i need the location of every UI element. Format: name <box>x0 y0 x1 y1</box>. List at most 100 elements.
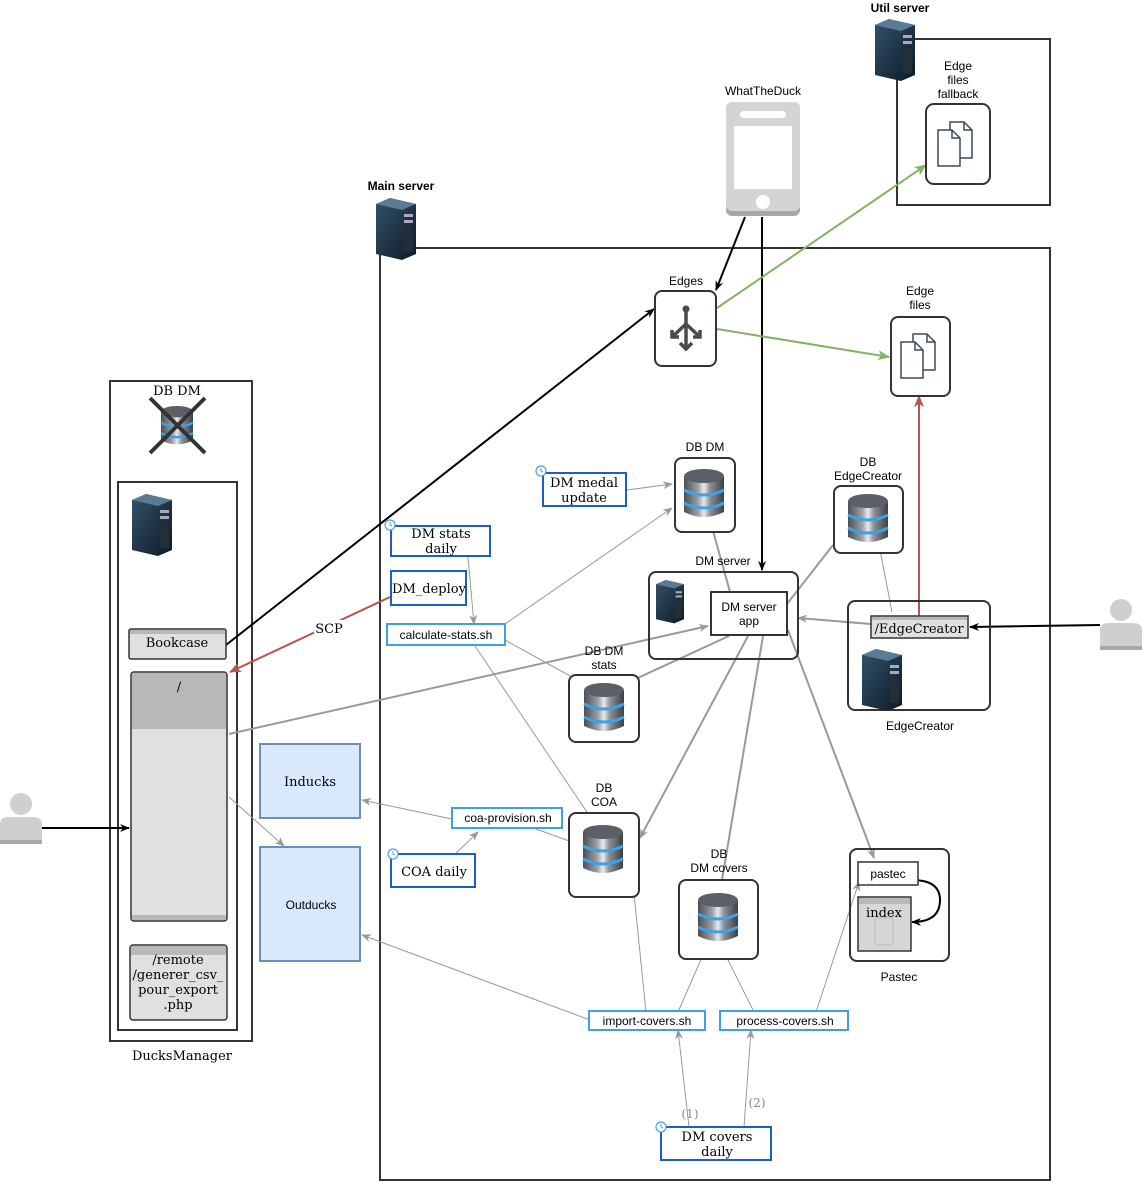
db-edgecreator-node[interactable]: DB EdgeCreator <box>833 455 904 554</box>
user-icon <box>0 793 42 844</box>
edge-coadaily-coaprovision <box>453 831 479 856</box>
edge-deploy-scp <box>229 596 391 673</box>
db-coa-node[interactable]: DB COA <box>568 781 640 898</box>
edge-pastec-index <box>902 875 942 926</box>
db-dm-node[interactable]: DB DM <box>674 440 736 533</box>
remote-export-node[interactable]: /remote /generer_csv_ pour_export .php <box>129 944 228 1021</box>
job-dm-covers-daily[interactable]: DM covers daily <box>655 1121 772 1161</box>
job-label: DM medal <box>550 476 618 491</box>
edge-importcovers-outducks <box>361 934 591 1021</box>
database-icon <box>846 492 890 544</box>
clock-icon <box>387 848 399 860</box>
script-label: process-covers.sh <box>736 1014 833 1028</box>
root-path-node[interactable]: / <box>130 671 228 922</box>
node-label: Edges <box>669 274 703 288</box>
node-label: Edge <box>944 59 972 73</box>
node-label: Edge <box>906 284 934 298</box>
node-label: / <box>177 680 182 695</box>
node-label: index <box>866 906 903 921</box>
node-label: DM covers <box>690 861 747 875</box>
db-dm-deprecated-node[interactable]: DB DM <box>148 384 207 455</box>
job-coa-daily[interactable]: COA daily <box>387 848 476 888</box>
job-label: DM covers <box>682 1130 753 1145</box>
node-label: DB DM <box>153 384 201 399</box>
node-label: fallback <box>938 87 980 101</box>
job-dm-stats-daily[interactable]: DM stats daily <box>384 519 491 557</box>
whattheduck-node[interactable]: WhatTheDuck <box>725 84 802 216</box>
node-label: EdgeCreator <box>834 469 902 483</box>
node-label: DB <box>860 455 877 469</box>
user-icon <box>1100 599 1142 650</box>
job-label: COA daily <box>401 865 468 880</box>
node-label: Inducks <box>284 775 336 790</box>
pastec-app-node[interactable]: pastec <box>857 861 919 886</box>
node-label: pour_export <box>138 983 219 998</box>
node-label: files <box>947 73 968 87</box>
script-label: calculate-stats.sh <box>400 628 493 642</box>
dm-server-app-node[interactable]: DM server app <box>710 591 788 636</box>
script-import-covers[interactable]: import-covers.sh <box>588 1010 706 1031</box>
edge-label-step1: (1) <box>682 1107 699 1121</box>
clock-icon <box>535 465 547 477</box>
node-label: .php <box>163 998 192 1013</box>
node-label: WhatTheDuck <box>725 84 802 98</box>
node-label: DB <box>711 847 728 861</box>
script-process-covers[interactable]: process-covers.sh <box>719 1010 849 1031</box>
edge-calcstats-dbdm <box>504 507 673 625</box>
main-server-label: Main server <box>368 179 435 193</box>
node-label: app <box>739 614 759 628</box>
edge-files-fallback-node[interactable]: Edge files fallback <box>925 59 991 185</box>
db-dm-stats-node[interactable]: DB DM stats <box>568 644 640 743</box>
clock-icon <box>655 1121 667 1133</box>
node-label: pastec <box>870 867 905 881</box>
node-label: DB <box>596 781 613 795</box>
edge-coaprovision-inducks <box>361 797 453 820</box>
db-dm-covers-node[interactable]: DB DM covers <box>678 847 759 960</box>
node-label: Outducks <box>286 898 337 912</box>
node-label: stats <box>591 658 616 672</box>
database-icon <box>582 681 626 733</box>
server-icon <box>656 580 684 624</box>
node-label: Bookcase <box>146 636 209 651</box>
edge-statsdaily-calcstats <box>467 556 478 625</box>
job-label: daily <box>701 1145 733 1160</box>
util-server-label: Util server <box>871 1 930 15</box>
edge-label-scp: SCP <box>315 622 343 637</box>
edge-edgecreator-dmapp <box>797 614 872 625</box>
edge-coversdaily-process <box>743 1029 755 1128</box>
architecture-diagram: Util server Main server DucksManager SCP… <box>0 1 1142 1181</box>
edges-node[interactable]: Edges <box>654 274 717 367</box>
edge-medal-dbdm <box>626 481 673 491</box>
bookcase-node[interactable]: Bookcase <box>128 628 227 660</box>
database-icon <box>682 467 726 519</box>
job-dm-deploy[interactable]: DM_deploy <box>390 570 467 606</box>
phone-icon <box>726 102 800 216</box>
edge-processcovers-pastec <box>815 881 860 1013</box>
edge-edgecreator-dbedgecreator <box>874 540 893 613</box>
job-label: DM_deploy <box>392 582 467 597</box>
script-label: import-covers.sh <box>603 1014 692 1028</box>
node-label: /generer_csv_ <box>133 968 224 983</box>
script-calculate-stats[interactable]: calculate-stats.sh <box>386 623 506 646</box>
node-label: DM server <box>721 600 776 614</box>
edge-whattheduck-edges <box>715 216 746 291</box>
edgecreator-path-node[interactable]: /EdgeCreator <box>870 615 969 639</box>
node-label: COA <box>591 795 617 809</box>
clock-icon <box>384 519 396 531</box>
edge-files-node[interactable]: Edge files <box>890 284 951 397</box>
pastec-label: Pastec <box>881 970 918 984</box>
database-icon <box>696 891 740 943</box>
pastec-index-node[interactable]: index <box>857 896 912 952</box>
node-label: /EdgeCreator <box>874 622 964 637</box>
job-label: daily <box>425 542 457 557</box>
node-label: DB DM <box>686 440 725 454</box>
job-dm-medal-update[interactable]: DM medal update <box>535 465 627 507</box>
ducksmanager-label: DucksManager <box>132 1049 233 1064</box>
outducks-node[interactable]: Outducks <box>259 846 361 962</box>
edge-edges-edgefiles <box>716 328 890 361</box>
script-coa-provision[interactable]: coa-provision.sh <box>451 807 563 829</box>
node-label: /remote <box>152 953 204 968</box>
inducks-node[interactable]: Inducks <box>259 743 361 819</box>
edge-dmapp-dbedgecreator <box>786 544 834 605</box>
server-icon <box>132 494 172 556</box>
